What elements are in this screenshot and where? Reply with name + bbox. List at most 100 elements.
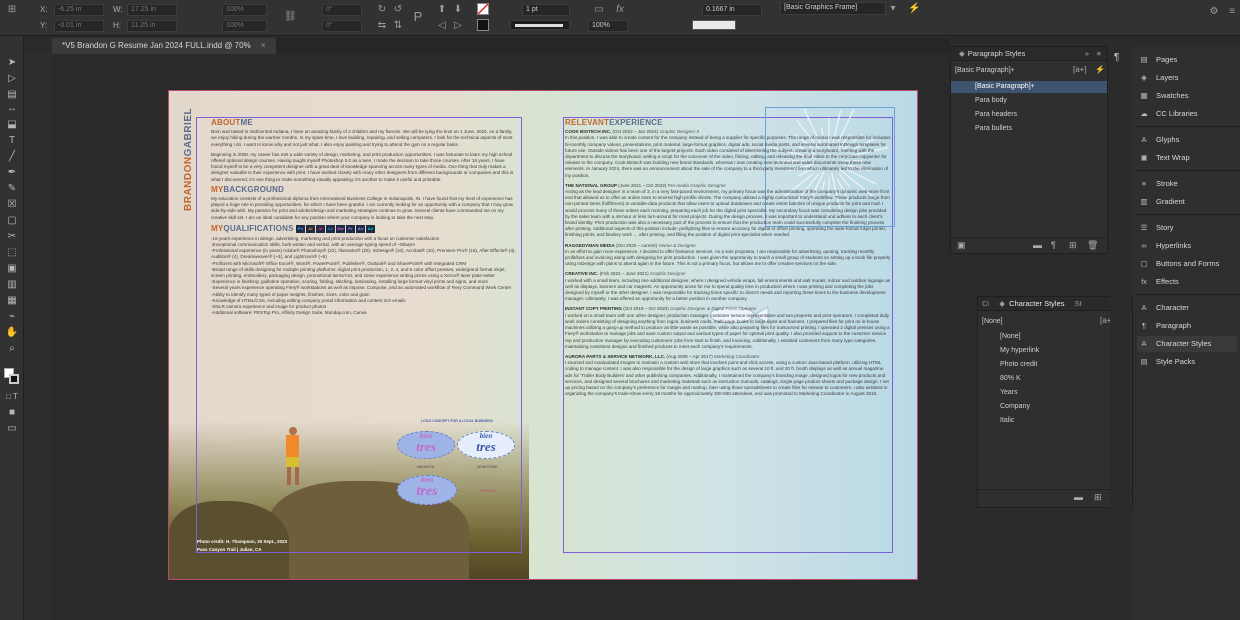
load-styles-icon[interactable]: ▣ xyxy=(957,240,966,251)
selection-tool-icon[interactable]: ➤ xyxy=(4,56,20,70)
effects-fx-icon[interactable]: fx xyxy=(614,4,626,16)
character-style-item[interactable]: Years xyxy=(978,387,1132,399)
y-field[interactable]: -0.01 in xyxy=(54,20,104,32)
paragraph-style-item[interactable]: Para body xyxy=(951,95,1107,107)
w-field[interactable]: 17.25 in xyxy=(127,4,177,16)
note-tool-icon[interactable]: ▦ xyxy=(4,294,20,308)
reference-point-icon[interactable]: ⊞ xyxy=(6,4,18,16)
formatting-affects-container-icon[interactable]: □ T xyxy=(4,390,20,404)
tab-ci[interactable]: Ci xyxy=(982,299,989,308)
left-text-frame[interactable]: ABOUTME Born and raised in mid/central I… xyxy=(211,117,517,316)
quick-apply-icon[interactable]: ⚡ xyxy=(1095,65,1105,74)
rectangle-tool-icon[interactable]: ▢ xyxy=(4,214,20,228)
gear-icon[interactable]: ⚙ xyxy=(1208,6,1220,18)
character-style-item[interactable]: [None] xyxy=(978,331,1132,343)
collapse-icon[interactable]: » xyxy=(1085,47,1089,61)
rectangle-frame-tool-icon[interactable]: ☒ xyxy=(4,198,20,212)
stroke-color-swatch[interactable] xyxy=(9,374,19,384)
page-tool-icon[interactable]: ▤ xyxy=(4,88,20,102)
fill-swatch[interactable] xyxy=(477,3,489,15)
screen-mode-icon[interactable]: ▭ xyxy=(4,422,20,436)
stroke-swatch[interactable] xyxy=(477,19,489,31)
object-style-select[interactable]: [Basic Graphics Frame] xyxy=(780,2,886,15)
stroke-weight-field[interactable]: 1 pt xyxy=(522,4,570,16)
dock-item-paragraph[interactable]: ¶ Paragraph xyxy=(1137,318,1237,334)
select-next-icon[interactable]: ▷ xyxy=(452,20,464,32)
quick-apply-icon[interactable]: ⚡ xyxy=(908,3,920,15)
character-style-item[interactable]: Italic xyxy=(978,415,1132,427)
new-char-group-icon[interactable]: ▬ xyxy=(1074,492,1083,502)
dock-item-story[interactable]: ☰ Story xyxy=(1137,220,1237,236)
select-previous-icon[interactable]: ◁ xyxy=(436,20,448,32)
direct-selection-tool-icon[interactable]: ▷ xyxy=(4,72,20,86)
paragraph-style-item[interactable]: [Basic Paragraph]+ xyxy=(951,81,1107,93)
document-tab[interactable]: *V5 Brandon G Resume Jan 2024 FULL.indd … xyxy=(52,38,276,54)
new-style-from-selection-icon[interactable]: [a+] xyxy=(1073,65,1087,74)
dock-item-character-styles[interactable]: A Character Styles xyxy=(1137,336,1237,352)
dock-item-cc-libraries[interactable]: ☁ CC Libraries xyxy=(1137,106,1237,122)
right-text-frame[interactable]: RELEVANTEXPERIENCE COOK BIOTECH INC. (Oc… xyxy=(565,117,891,401)
scale-x-field[interactable]: 100% xyxy=(222,4,267,16)
rotate-field[interactable]: 0° xyxy=(322,4,362,16)
character-style-item[interactable]: My hyperlink xyxy=(978,345,1132,357)
dock-item-buttons-and-forms[interactable]: ▢ Buttons and Forms xyxy=(1137,256,1237,272)
new-group-icon[interactable]: ▬ xyxy=(1033,240,1042,250)
gradient-feather-tool-icon[interactable]: ▥ xyxy=(4,278,20,292)
dock-item-text-wrap[interactable]: ▣ Text Wrap xyxy=(1137,150,1237,166)
free-transform-tool-icon[interactable]: ⬚ xyxy=(4,246,20,260)
dock-item-glyphs[interactable]: A Glyphs xyxy=(1137,132,1237,148)
eyedropper-tool-icon[interactable]: ⌁ xyxy=(4,310,20,324)
pen-tool-icon[interactable]: ✒ xyxy=(4,166,20,180)
character-style-item[interactable]: Photo credit xyxy=(978,359,1132,371)
dock-item-pages[interactable]: ▤ Pages xyxy=(1137,52,1237,68)
paragraph-style-item[interactable]: Para bullets xyxy=(951,123,1107,135)
select-container-icon[interactable]: ⬆ xyxy=(436,4,448,16)
column-count-field[interactable] xyxy=(692,20,736,30)
dock-item-layers[interactable]: ◈ Layers xyxy=(1137,70,1237,86)
tab-st[interactable]: St xyxy=(1075,299,1082,308)
constrain-proportions-icon[interactable]: ⛓ xyxy=(284,11,297,23)
rotate-cw-icon[interactable]: ↻ xyxy=(376,4,388,16)
wrap-icon[interactable]: ▭ xyxy=(593,4,605,16)
dock-item-style-packs[interactable]: ▤ Style Packs xyxy=(1137,354,1237,370)
stroke-type-select[interactable] xyxy=(510,20,570,30)
h-field[interactable]: 11.25 in xyxy=(127,20,177,32)
line-tool-icon[interactable]: ╱ xyxy=(4,150,20,164)
gradient-swatch-tool-icon[interactable]: ▣ xyxy=(4,262,20,276)
x-field[interactable]: -6.25 in xyxy=(54,4,104,16)
gap-tool-icon[interactable]: ↔ xyxy=(4,102,20,116)
scale-y-field[interactable]: 100% xyxy=(222,20,267,32)
paragraph-style-item[interactable]: Para headers xyxy=(951,109,1107,121)
paragraph-styles-icon[interactable]: ¶ xyxy=(1114,52,1119,63)
trash-icon[interactable]: 🗑 xyxy=(1087,240,1098,251)
offset-field[interactable]: 0.1667 in xyxy=(702,4,762,16)
dock-item-stroke[interactable]: ≡ Stroke xyxy=(1137,176,1237,192)
opacity-field[interactable]: 100% xyxy=(588,20,628,32)
type-tool-icon[interactable]: T xyxy=(4,134,20,148)
resume-spread[interactable]: Photo credit: H. Thompson, 25 Sept., 202… xyxy=(168,90,918,580)
select-content-icon[interactable]: ⬇ xyxy=(452,4,464,16)
character-style-item[interactable]: Company xyxy=(978,401,1132,413)
new-char-style-icon[interactable]: ⊞ xyxy=(1094,492,1102,503)
pencil-tool-icon[interactable]: ✎ xyxy=(4,182,20,196)
close-icon[interactable]: × xyxy=(261,41,266,50)
zoom-tool-icon[interactable]: ⌕ xyxy=(4,342,20,356)
apply-color-icon[interactable]: ■ xyxy=(4,406,20,420)
character-style-item[interactable]: 80% K xyxy=(978,373,1132,385)
tab-character-styles[interactable]: Character Styles xyxy=(1009,299,1064,308)
shear-field[interactable]: 0° xyxy=(322,20,362,32)
flip-vertical-icon[interactable]: ⇅ xyxy=(392,20,404,32)
paragraph-styles-title[interactable]: ◆ Paragraph Styles » ≡ xyxy=(951,47,1107,61)
rotate-ccw-icon[interactable]: ↺ xyxy=(392,4,404,16)
dock-item-hyperlinks[interactable]: ∞ Hyperlinks xyxy=(1137,238,1237,254)
dock-item-swatches[interactable]: ▦ Swatches xyxy=(1137,88,1237,104)
panel-menu-icon[interactable]: ≡ xyxy=(1226,6,1238,18)
object-style-dropdown-icon[interactable]: ▾ xyxy=(887,3,899,15)
flip-horizontal-icon[interactable]: ⇆ xyxy=(376,20,388,32)
panel-menu-icon[interactable]: ≡ xyxy=(1097,47,1101,61)
dock-item-character[interactable]: A Character xyxy=(1137,300,1237,316)
hand-tool-icon[interactable]: ✋ xyxy=(4,326,20,340)
content-collector-icon[interactable]: ⬓ xyxy=(4,118,20,132)
clear-overrides-icon[interactable]: ¶ xyxy=(1051,240,1056,250)
new-style-icon[interactable]: ⊞ xyxy=(1069,240,1077,251)
